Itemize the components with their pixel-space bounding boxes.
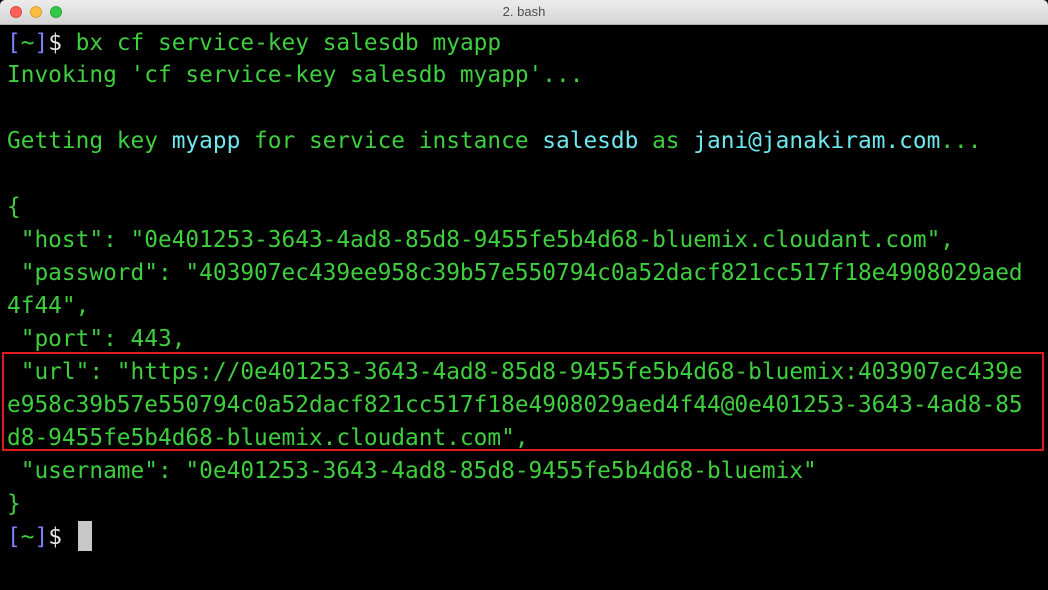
- invoking-line: Invoking 'cf service-key salesdb myapp'.…: [7, 62, 584, 88]
- json-password-line1: "password": "403907ec439ee958c39b57e5507…: [7, 260, 1023, 286]
- json-url-line1: "url": "https://0e401253-3643-4ad8-85d8-…: [7, 359, 1023, 385]
- json-close-brace: }: [7, 491, 21, 517]
- key-name: myapp: [171, 128, 241, 154]
- json-port: "port": 443,: [7, 326, 186, 352]
- title-bar[interactable]: 2. bash: [0, 0, 1048, 25]
- service-name: salesdb: [542, 128, 639, 154]
- prompt-line[interactable]: [~]$: [7, 521, 92, 553]
- prompt-bracket-close: ]: [34, 30, 49, 56]
- prompt-symbol: $: [48, 30, 62, 56]
- cursor[interactable]: [77, 521, 92, 551]
- json-url-line2: e958c39b57e550794c0a52dacf821cc517f18e49…: [7, 392, 1023, 418]
- terminal-output[interactable]: [~]$ bx cf service-key salesdb myapp Inv…: [0, 25, 1048, 590]
- command-line: [~]$ bx cf service-key salesdb myapp: [7, 27, 501, 59]
- json-password-line2: 4f44",: [7, 293, 90, 319]
- prompt-dir: ~: [20, 30, 35, 56]
- json-username: "username": "0e401253-3643-4ad8-85d8-945…: [7, 458, 817, 484]
- window-title: 2. bash: [502, 4, 546, 19]
- user-email: jani@janakiram.com: [693, 128, 941, 154]
- command-text: bx cf service-key salesdb myapp: [61, 30, 502, 56]
- terminal-window: 2. bash [~]$ bx cf service-key salesdb m…: [0, 0, 1048, 590]
- json-open-brace: {: [7, 194, 21, 220]
- prompt-bracket-open: [: [7, 30, 21, 56]
- json-host: "host": "0e401253-3643-4ad8-85d8-9455fe5…: [7, 227, 955, 253]
- json-url-line3: d8-9455fe5b4d68-bluemix.cloudant.com",: [7, 425, 529, 451]
- getting-key-line: Getting key myapp for service instance s…: [7, 128, 982, 154]
